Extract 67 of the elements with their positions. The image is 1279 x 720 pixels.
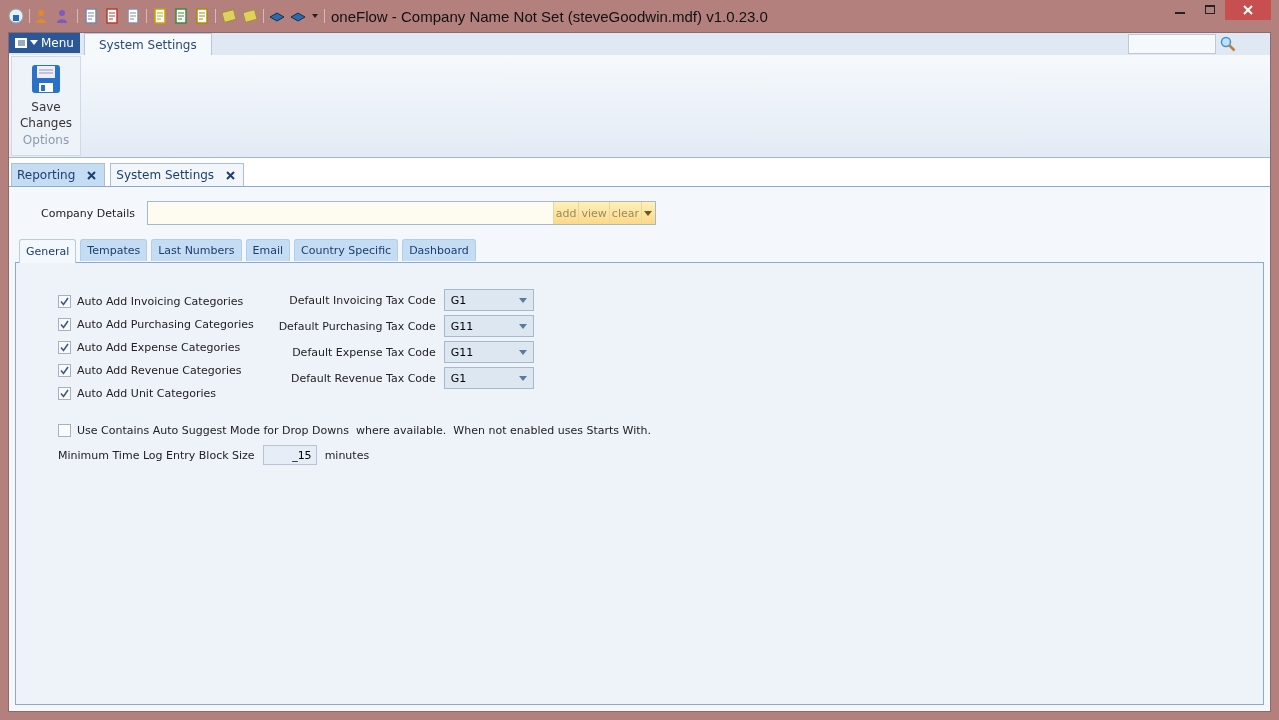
checkbox[interactable]: [58, 424, 71, 437]
window-title: oneFlow - Company Name Not Set (steveGoodwin.mdf) v1.0.23.0: [331, 7, 768, 25]
field-label: Default Expense Tax Code: [292, 345, 436, 359]
minimize-icon: [1175, 12, 1185, 14]
checkbox[interactable]: [58, 341, 71, 354]
block-size-field[interactable]: _15: [262, 445, 317, 465]
checkbox[interactable]: [58, 295, 71, 308]
document-tab[interactable]: Reporting: [11, 163, 106, 186]
close-icon: [1243, 5, 1253, 15]
settings-tab[interactable]: Country Specific: [294, 239, 399, 261]
field-label: Minimum Time Log Entry Block Size: [58, 448, 255, 462]
search-field[interactable]: [1128, 34, 1216, 54]
settings-tab[interactable]: Email: [245, 239, 291, 261]
caret-icon: [518, 375, 527, 381]
settings-tab[interactable]: Tempates: [80, 239, 148, 261]
check-icon: [60, 389, 69, 398]
menu-button[interactable]: Menu: [9, 33, 80, 53]
check-icon: [60, 366, 69, 375]
settings-tab[interactable]: Dashboard: [402, 239, 476, 261]
field-label: Default Revenue Tax Code: [290, 371, 436, 385]
checkbox-label: Auto Add Revenue Categories: [77, 364, 242, 377]
note-icon[interactable]: [242, 8, 258, 24]
list-icon: [15, 38, 27, 48]
document-icon[interactable]: [173, 8, 189, 24]
document-tab[interactable]: System Settings: [110, 163, 245, 186]
field-label: Company Details: [41, 206, 135, 220]
tax-code-dropdown[interactable]: G1: [443, 367, 534, 389]
unit-label: minutes: [324, 448, 370, 462]
caret-icon[interactable]: [311, 12, 319, 20]
check-icon: [60, 297, 69, 306]
note-icon[interactable]: [221, 8, 237, 24]
checkbox-label: Use Contains Auto Suggest Mode for Drop Downs where available. When not enabled uses Starts With.: [77, 424, 651, 437]
check-icon: [60, 343, 69, 352]
document-icon[interactable]: [104, 8, 120, 24]
checkbox[interactable]: [58, 364, 71, 377]
tax-code-dropdown[interactable]: G11: [443, 315, 534, 337]
check-icon: [60, 320, 69, 329]
app-icon[interactable]: [8, 8, 24, 24]
close-icon[interactable]: [226, 170, 236, 180]
tax-code-dropdown[interactable]: G1: [443, 289, 534, 311]
document-icon[interactable]: [194, 8, 210, 24]
checkbox-label: Auto Add Purchasing Categories: [77, 318, 254, 331]
checkbox-label: Auto Add Invoicing Categories: [77, 295, 244, 308]
checkbox[interactable]: [58, 387, 71, 400]
settings-tab[interactable]: Last Numbers: [151, 239, 242, 261]
search-icon[interactable]: [1220, 36, 1236, 52]
caret-icon: [518, 323, 527, 329]
close-icon[interactable]: [87, 170, 97, 180]
checkbox-label: Auto Add Expense Categories: [77, 341, 241, 354]
document-icon[interactable]: [125, 8, 141, 24]
settings-tab[interactable]: General: [19, 239, 77, 263]
document-icon[interactable]: [152, 8, 168, 24]
caret-icon: [30, 40, 38, 46]
maximize-icon: [1205, 5, 1215, 15]
ribbon-tab[interactable]: System Settings: [83, 33, 212, 55]
close-button[interactable]: [1225, 0, 1271, 20]
caret-icon: [518, 349, 527, 355]
checkbox-label: Auto Add Unit Categories: [77, 387, 216, 400]
tax-code-dropdown[interactable]: G11: [443, 341, 534, 363]
field-label: Default Invoicing Tax Code: [289, 293, 436, 307]
document-icon[interactable]: [83, 8, 99, 24]
save-button[interactable]: Save Changes: [13, 57, 79, 131]
field-label: Default Purchasing Tax Code: [278, 319, 436, 333]
checkbox[interactable]: [58, 318, 71, 331]
caret-icon: [518, 297, 527, 303]
group-label: Options: [22, 133, 70, 147]
caret-icon: [644, 210, 653, 216]
